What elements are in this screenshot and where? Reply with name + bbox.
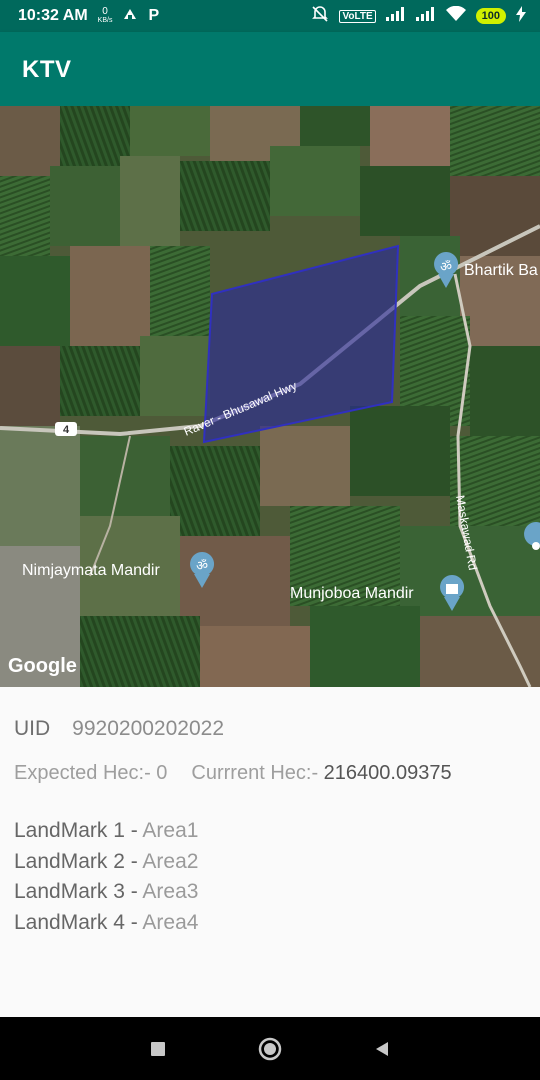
route-shield: 4 [55,422,77,436]
list-item: LandMark 2 - Area2 [14,847,198,878]
temple-icon [446,584,458,594]
landmark-list: LandMark 1 - Area1 LandMark 2 - Area2 La… [14,816,198,938]
landmark-area: Area3 [142,880,199,903]
satellite-map[interactable]: 4 Raver - Bhusawal Hwy Maskawad Rd ॐ Bha… [0,106,540,687]
uid-value: 9920200202022 [72,717,225,740]
place-label-munjoboa: Munjoboa Mandir [290,585,414,602]
landmark-label: LandMark 1 - [14,819,143,842]
current-hec-value: 216400.09375 [323,762,452,784]
google-logo: Google [8,655,77,677]
landmark-area: Area4 [142,910,199,934]
recents-button[interactable] [140,1017,176,1080]
uid-row: UID 9920200202022 [14,717,224,741]
home-button[interactable] [252,1017,288,1080]
app-bar: KTV [0,32,540,106]
net-speed-indicator: 0 KB/s [98,7,113,25]
signal-icon [415,6,436,26]
place-label-bhartik: Bhartik Ba [464,262,538,279]
map-canvas: 4 Raver - Bhusawal Hwy Maskawad Rd ॐ Bha… [0,106,540,687]
parking-icon: P [148,7,160,24]
om-icon: ॐ [440,260,452,275]
list-item: LandMark 4 - Area4 [14,908,198,939]
back-button[interactable] [364,1017,400,1080]
recycle-icon [122,7,138,26]
navigation-bar [0,1017,540,1080]
expected-hec-value: 0 [156,762,168,784]
hectare-row: Expected Hec:- 0 Currrent Hec:- 216400.09… [14,762,452,785]
net-speed-value: 0 [102,6,108,17]
landmark-label: LandMark 2 - [14,849,143,873]
uid-label: UID [14,717,51,740]
landmark-label: LandMark 4 - [14,910,143,934]
status-bar: 10:32 AM 0 KB/s P VoLTE 100 [0,0,540,32]
list-item: LandMark 1 - Area1 [14,816,198,847]
list-item: LandMark 3 - Area3 [14,877,198,908]
landmark-area: Area1 [142,819,199,842]
om-icon: ॐ [196,559,208,574]
details-panel: UID 9920200202022 Expected Hec:- 0 Currren… [0,687,540,1017]
route-number: 4 [63,424,70,436]
expected-hec-label: Expected Hec:- [14,762,157,784]
wifi-icon [445,5,466,27]
place-label-nimjaymata: Nimjaymata Mandir [22,562,160,579]
current-hec-label: Currrent Hec:- [191,762,324,784]
battery-icon: 100 [475,8,506,24]
square-icon [151,1041,165,1056]
back-triangle-icon [376,1041,388,1056]
mute-icon [311,5,329,28]
landmark-area: Area2 [142,849,199,873]
charging-icon [516,5,526,27]
status-time: 10:32 AM [18,7,88,24]
net-speed-unit: KB/s [97,17,113,24]
landmark-label: LandMark 3 - [14,880,143,903]
circle-icon [258,1037,282,1060]
signal-icon [385,6,406,26]
volte-icon: VoLTE [339,9,376,23]
app-title: KTV [22,56,72,83]
